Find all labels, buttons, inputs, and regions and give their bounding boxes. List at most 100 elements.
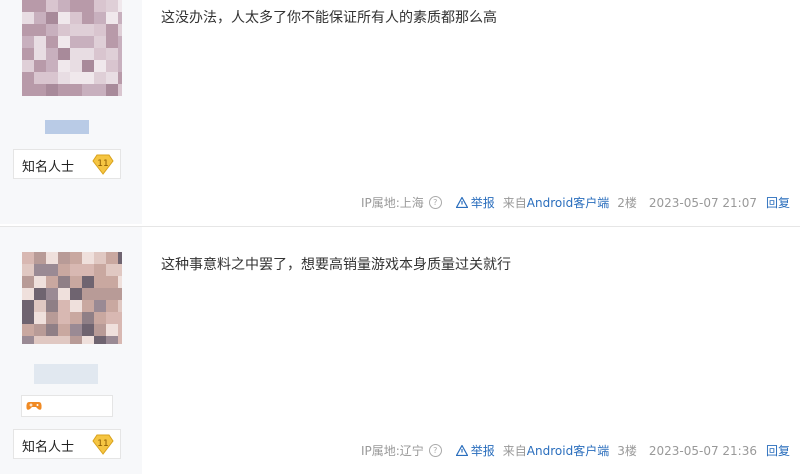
avatar-pixel xyxy=(70,84,82,96)
avatar-pixel xyxy=(94,48,106,60)
avatar[interactable] xyxy=(22,252,122,344)
report-button[interactable]: 举报 xyxy=(455,194,495,211)
avatar-pixel xyxy=(34,300,46,312)
reply-button[interactable]: 回复 xyxy=(766,194,790,211)
report-label: 举报 xyxy=(470,444,495,458)
avatar-pixel xyxy=(70,72,82,84)
avatar-pixel xyxy=(58,24,70,36)
avatar-pixel xyxy=(106,24,118,36)
badge-label: 知名人士 xyxy=(22,440,75,455)
title-badge[interactable]: 知名人士 11 xyxy=(13,149,121,179)
avatar-pixel xyxy=(82,12,94,24)
report-label: 举报 xyxy=(470,196,495,210)
avatar-pixel xyxy=(118,324,122,336)
question-circle-icon[interactable]: ? xyxy=(428,444,442,457)
avatar-pixel xyxy=(22,12,34,24)
diamond-level-icon: 11 xyxy=(92,154,114,175)
avatar-pixel xyxy=(118,288,122,300)
client-link[interactable]: Android客户端 xyxy=(527,194,609,211)
avatar-pixel xyxy=(70,60,82,72)
avatar-pixel xyxy=(106,336,118,344)
reply-button[interactable]: 回复 xyxy=(766,442,790,459)
avatar-pixel xyxy=(34,276,46,288)
avatar-pixel xyxy=(22,48,34,60)
avatar-pixel xyxy=(106,0,118,12)
avatar-pixel xyxy=(82,276,94,288)
avatar-pixel xyxy=(46,0,58,12)
avatar-pixel xyxy=(94,300,106,312)
avatar-pixel xyxy=(106,288,118,300)
avatar-pixel xyxy=(22,84,34,96)
avatar-pixel xyxy=(118,36,122,48)
avatar-pixel xyxy=(70,288,82,300)
avatar-pixel xyxy=(22,300,34,312)
level-number: 11 xyxy=(97,439,108,449)
avatar-pixel xyxy=(82,36,94,48)
avatar-pixel xyxy=(46,24,58,36)
avatar-pixel xyxy=(118,24,122,36)
client-link[interactable]: Android客户端 xyxy=(527,442,609,459)
avatar-pixel xyxy=(106,72,118,84)
avatar-pixel xyxy=(94,24,106,36)
avatar-pixel xyxy=(106,264,118,276)
avatar-pixel xyxy=(94,276,106,288)
avatar-pixel xyxy=(82,324,94,336)
ip-location: IP属地:辽宁 xyxy=(360,444,424,458)
avatar-pixel xyxy=(94,72,106,84)
avatar-pixel xyxy=(58,60,70,72)
avatar-pixel xyxy=(46,48,58,60)
avatar-pixel xyxy=(46,264,58,276)
game-badge[interactable] xyxy=(21,395,113,417)
avatar-pixel xyxy=(70,48,82,60)
avatar-pixel xyxy=(34,48,46,60)
avatar-pixel xyxy=(34,12,46,24)
avatar-pixel xyxy=(94,0,106,12)
question-circle-icon[interactable]: ? xyxy=(428,196,442,209)
post-content: 这种事意料之中罢了，想要高销量游戏本身质量过关就行 xyxy=(161,257,511,273)
post-floor-3: 知名人士 11 这种事意料之中罢了，想要高销量游戏本身质量过关就行 IP属地:辽… xyxy=(0,227,800,474)
avatar-pixel xyxy=(118,264,122,276)
avatar-pixel xyxy=(22,24,34,36)
avatar-pixel xyxy=(22,312,34,324)
avatar-pixel xyxy=(82,0,94,12)
floor-number: 3楼 xyxy=(617,444,637,458)
title-badge[interactable]: 知名人士 11 xyxy=(13,429,121,459)
avatar-pixel xyxy=(22,252,34,264)
avatar-pixel xyxy=(46,336,58,344)
avatar-pixel xyxy=(82,24,94,36)
avatar-pixel xyxy=(106,252,118,264)
avatar-pixel xyxy=(46,60,58,72)
avatar-pixel xyxy=(106,276,118,288)
avatar-pixel xyxy=(118,0,122,12)
avatar-pixel xyxy=(70,252,82,264)
avatar-pixel xyxy=(106,300,118,312)
avatar-pixel xyxy=(34,324,46,336)
avatar[interactable] xyxy=(22,0,122,96)
avatar-pixel xyxy=(22,336,34,344)
avatar-pixel xyxy=(118,12,122,24)
diamond-level-icon: 11 xyxy=(92,434,114,455)
avatar-pixel xyxy=(94,264,106,276)
avatar-pixel xyxy=(46,288,58,300)
gamepad-icon xyxy=(26,402,42,410)
avatar-pixel xyxy=(82,60,94,72)
avatar-pixel xyxy=(118,312,122,324)
username[interactable] xyxy=(45,120,89,134)
avatar-pixel xyxy=(94,288,106,300)
warning-triangle-icon xyxy=(455,445,468,456)
client-prefix: 来自 xyxy=(502,196,527,210)
avatar-pixel xyxy=(82,312,94,324)
avatar-pixel xyxy=(106,324,118,336)
report-button[interactable]: 举报 xyxy=(455,442,495,459)
avatar-pixel xyxy=(70,324,82,336)
avatar-pixel xyxy=(58,336,70,344)
avatar-pixel xyxy=(82,336,94,344)
avatar-pixel xyxy=(34,252,46,264)
avatar-pixel xyxy=(106,48,118,60)
avatar-pixel xyxy=(70,336,82,344)
avatar-pixel xyxy=(46,84,58,96)
username[interactable] xyxy=(34,364,98,384)
avatar-pixel xyxy=(46,300,58,312)
avatar-pixel xyxy=(46,36,58,48)
avatar-pixel xyxy=(118,48,122,60)
